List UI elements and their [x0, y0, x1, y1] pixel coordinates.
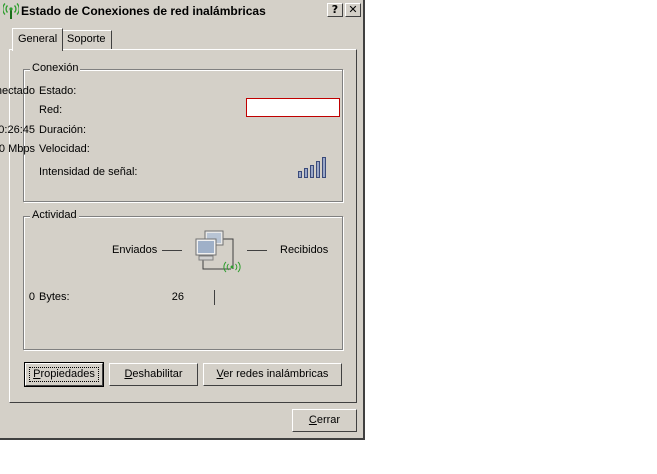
duration-label: Duración:: [39, 124, 87, 136]
sent-line: [162, 250, 182, 251]
activity-groupbox: Actividad: [23, 209, 343, 350]
signal-strength-icon: [298, 157, 326, 178]
network-name-field: [246, 98, 340, 117]
connection-group-label: Conexión: [30, 62, 81, 74]
status-label: Estado:: [39, 85, 77, 97]
status-value: Conectado: [0, 85, 35, 97]
view-wireless-networks-button[interactable]: Ver redes inalámbricas: [203, 363, 342, 386]
sent-label: Enviados: [112, 244, 158, 256]
wireless-network-icon: [3, 3, 19, 19]
network-computers-icon: [195, 230, 241, 273]
network-label: Red:: [39, 104, 63, 116]
bytes-sent-value: 26: [171, 291, 184, 303]
tab-soporte[interactable]: Soporte: [61, 30, 112, 49]
window-title: Estado de Conexiones de red inalámbricas: [21, 4, 266, 18]
help-button[interactable]: ?: [327, 3, 343, 17]
view-networks-label: er redes inalámbricas: [223, 368, 329, 380]
disable-button[interactable]: Deshabilitar: [109, 363, 198, 386]
close-icon: ✕: [348, 3, 358, 16]
help-icon: ?: [331, 3, 339, 16]
activity-group-label: Actividad: [30, 209, 79, 221]
bytes-divider: [214, 290, 215, 305]
duration-value: 00:26:45: [0, 124, 35, 136]
focus-rectangle: [29, 367, 99, 382]
tab-general[interactable]: General: [12, 28, 64, 51]
received-line: [247, 250, 267, 251]
title-bar[interactable]: Estado de Conexiones de red inalámbricas…: [0, 0, 363, 23]
bytes-received-value: 0: [28, 291, 35, 303]
properties-button[interactable]: Propiedades: [24, 362, 104, 387]
dialog-window: Estado de Conexiones de red inalámbricas…: [0, 0, 365, 440]
disable-label: eshabilitar: [132, 368, 183, 380]
close-label: errar: [316, 414, 341, 426]
bytes-label: Bytes:: [39, 291, 70, 303]
speed-label: Velocidad:: [39, 143, 90, 155]
close-mnemonic: C: [308, 414, 317, 426]
close-button[interactable]: Cerrar: [292, 409, 357, 432]
speed-value: 22,0 Mbps: [0, 143, 35, 155]
tab-general-label: General: [18, 33, 58, 45]
close-window-button[interactable]: ✕: [345, 3, 361, 17]
received-label: Recibidos: [280, 244, 329, 256]
tab-soporte-label: Soporte: [67, 33, 106, 45]
signal-strength-label: Intensidad de señal:: [39, 166, 138, 178]
